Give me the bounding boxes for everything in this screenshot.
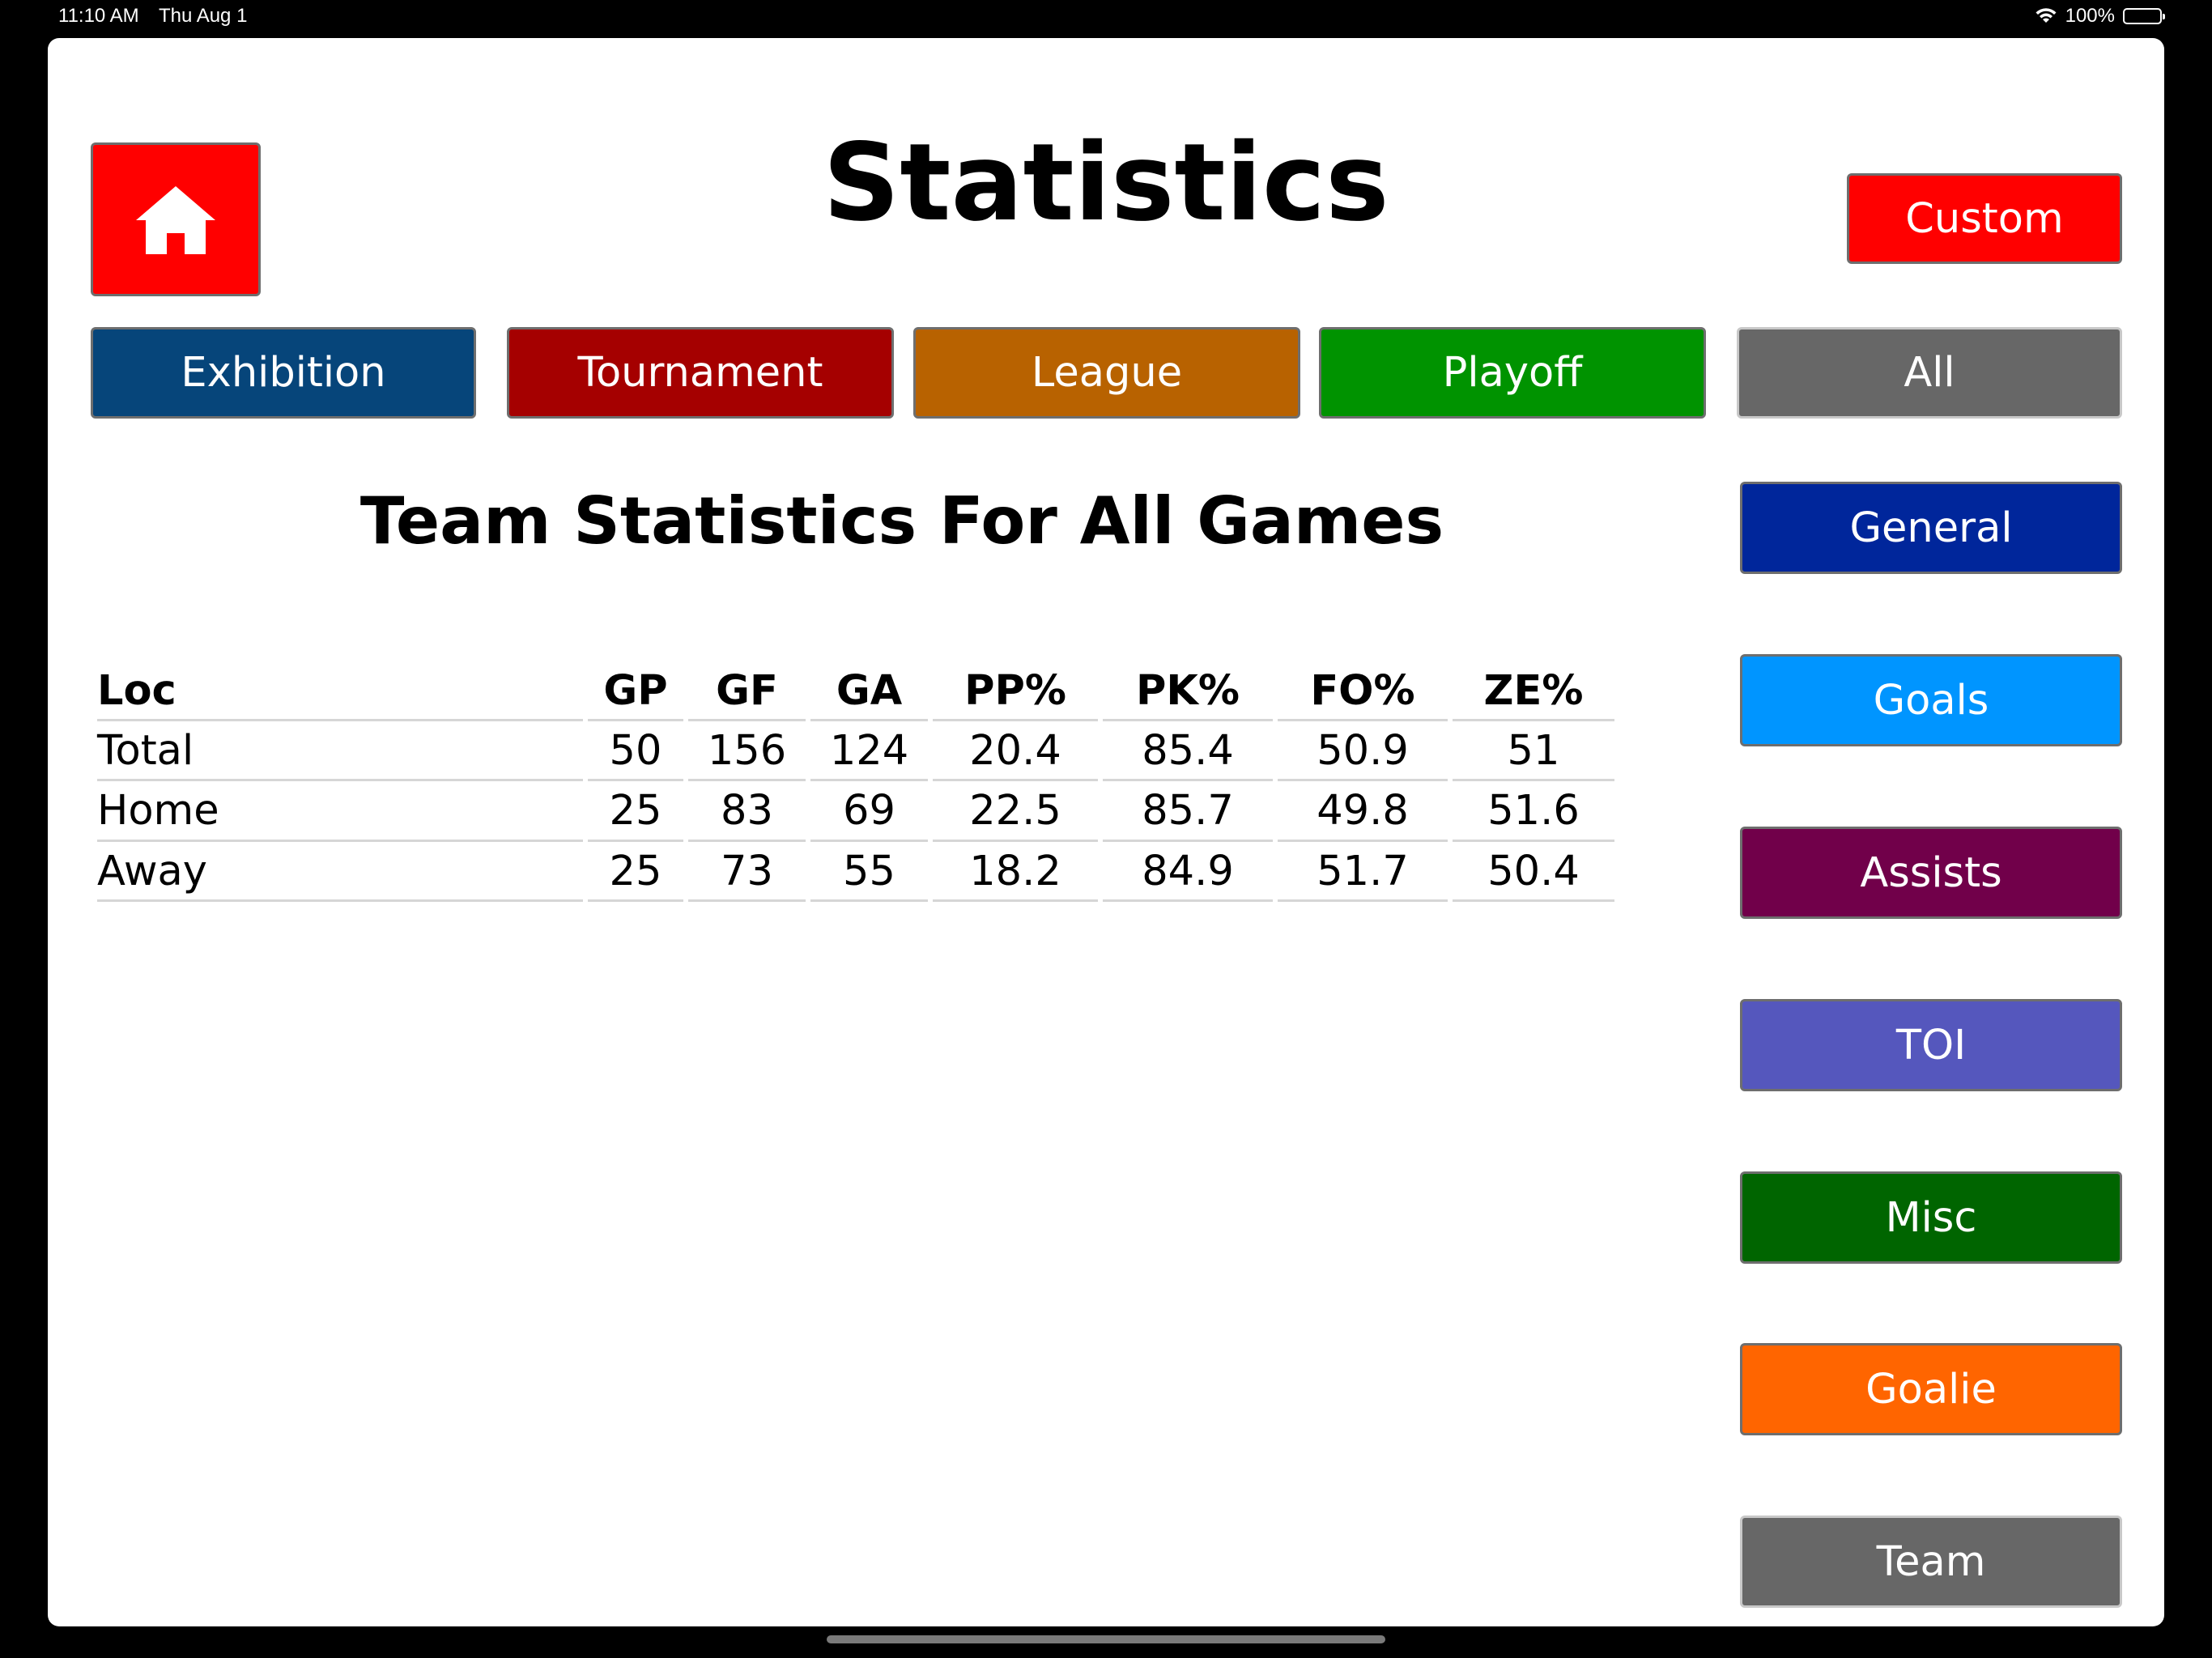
status-indicators: 100%: [2035, 5, 2165, 28]
table-cell: 25: [588, 842, 683, 902]
general-stats-button[interactable]: General: [1740, 482, 2122, 574]
section-title: Team Statistics For All Games: [359, 483, 1444, 559]
goalie-stats-button[interactable]: Goalie: [1740, 1343, 2122, 1435]
table-cell: 51.7: [1278, 842, 1448, 902]
team-stats-button[interactable]: Team: [1740, 1516, 2122, 1608]
status-date: Thu Aug 1: [159, 5, 248, 27]
table-cell: 22.5: [933, 781, 1098, 842]
status-time: 11:10 AM: [58, 5, 139, 27]
battery-icon: [2123, 8, 2165, 24]
table-cell: 20.4: [933, 721, 1098, 782]
table-cell: 25: [588, 781, 683, 842]
table-cell: 69: [810, 781, 928, 842]
wifi-icon: [2035, 8, 2057, 23]
table-cell: Home: [97, 781, 583, 842]
table-cell: 85.7: [1103, 781, 1273, 842]
table-cell: Away: [97, 842, 583, 902]
filter-league-button[interactable]: League: [913, 327, 1300, 419]
table-cell: 83: [688, 781, 806, 842]
column-header-ze-pct: ZE%: [1453, 661, 1614, 722]
table-cell: 73: [688, 842, 806, 902]
filter-playoff-button[interactable]: Playoff: [1319, 327, 1706, 419]
table-row: Home 25 83 69 22.5 85.7 49.8 51.6: [97, 781, 1614, 842]
filter-exhibition-button[interactable]: Exhibition: [91, 327, 476, 419]
filter-all-button[interactable]: All: [1737, 327, 2122, 419]
table-cell: 84.9: [1103, 842, 1273, 902]
table-row: Away 25 73 55 18.2 84.9 51.7 50.4: [97, 842, 1614, 902]
custom-button[interactable]: Custom: [1847, 173, 2122, 264]
app-screen: Statistics Custom Exhibition Tournament …: [48, 38, 2164, 1626]
column-header-gf: GF: [688, 661, 806, 722]
table-cell: 50: [588, 721, 683, 782]
home-indicator[interactable]: [827, 1635, 1385, 1643]
filter-tournament-button[interactable]: Tournament: [507, 327, 894, 419]
table-cell: 50.4: [1453, 842, 1614, 902]
team-stats-table: Loc GP GF GA PP% PK% FO% ZE% Total 50 15…: [92, 661, 1619, 902]
column-header-pp-pct: PP%: [933, 661, 1098, 722]
table-cell: 51: [1453, 721, 1614, 782]
table-cell: 18.2: [933, 842, 1098, 902]
table-cell: Total: [97, 721, 583, 782]
misc-stats-button[interactable]: Misc: [1740, 1171, 2122, 1264]
table-cell: 49.8: [1278, 781, 1448, 842]
table-cell: 55: [810, 842, 928, 902]
status-bar: 11:10 AM Thu Aug 1 100%: [0, 0, 2212, 37]
battery-percentage: 100%: [2065, 5, 2115, 27]
column-header-gp: GP: [588, 661, 683, 722]
table-cell: 85.4: [1103, 721, 1273, 782]
assists-stats-button[interactable]: Assists: [1740, 827, 2122, 919]
table-cell: 51.6: [1453, 781, 1614, 842]
table-cell: 156: [688, 721, 806, 782]
table-cell: 124: [810, 721, 928, 782]
goals-stats-button[interactable]: Goals: [1740, 654, 2122, 746]
column-header-fo-pct: FO%: [1278, 661, 1448, 722]
toi-stats-button[interactable]: TOI: [1740, 999, 2122, 1091]
column-header-loc: Loc: [97, 661, 583, 722]
table-header-row: Loc GP GF GA PP% PK% FO% ZE%: [97, 661, 1614, 722]
column-header-pk-pct: PK%: [1103, 661, 1273, 722]
table-row: Total 50 156 124 20.4 85.4 50.9 51: [97, 721, 1614, 782]
table-cell: 50.9: [1278, 721, 1448, 782]
column-header-ga: GA: [810, 661, 928, 722]
